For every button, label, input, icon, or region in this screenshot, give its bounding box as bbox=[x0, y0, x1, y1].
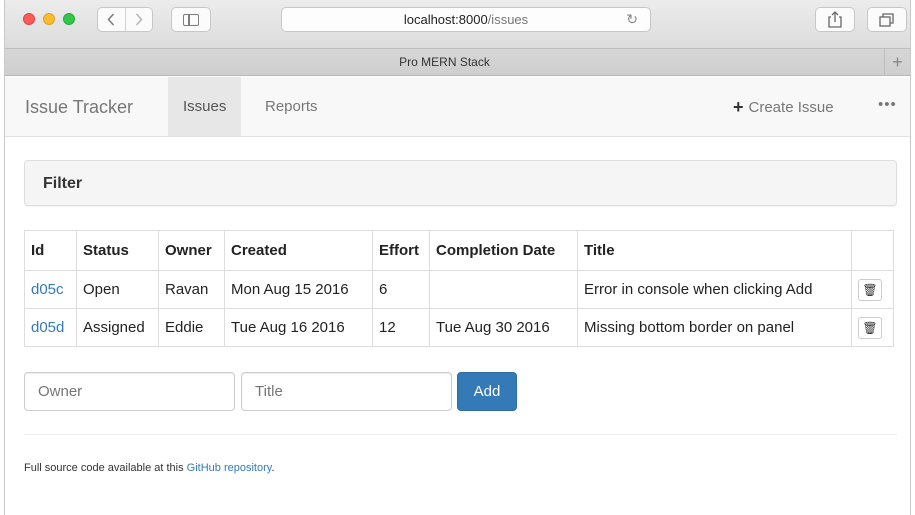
cell-created: Mon Aug 15 2016 bbox=[224, 270, 373, 309]
column-header-title: Title bbox=[577, 230, 852, 271]
nav-link-reports[interactable]: Reports bbox=[250, 77, 333, 136]
cell-status: Open bbox=[76, 270, 159, 309]
column-header-effort: Effort bbox=[372, 230, 430, 271]
zoom-window-button[interactable] bbox=[63, 13, 75, 25]
github-repository-link[interactable]: GitHub repository bbox=[187, 462, 272, 474]
column-header-created: Created bbox=[224, 230, 373, 271]
trash-icon: 🗑 bbox=[862, 320, 878, 335]
table-row: d05c Open Ravan Mon Aug 15 2016 6 Error … bbox=[24, 270, 894, 309]
sidebar-icon bbox=[183, 13, 199, 26]
url-host: localhost:8000 bbox=[403, 12, 488, 27]
cell-completion-date: Tue Aug 30 2016 bbox=[429, 308, 578, 347]
address-bar[interactable]: localhost:8000/issues ↻ bbox=[281, 7, 651, 32]
share-icon bbox=[828, 11, 842, 28]
cell-status: Assigned bbox=[76, 308, 159, 347]
cell-id: d05c bbox=[24, 270, 77, 309]
footer-suffix: . bbox=[271, 462, 275, 474]
page-content: Issue Tracker Issues Reports + Create Is… bbox=[5, 77, 910, 515]
create-issue-button[interactable]: + Create Issue bbox=[733, 97, 834, 118]
cell-id: d05d bbox=[24, 308, 77, 347]
issues-table: Id Status Owner Created Effort Completio… bbox=[24, 230, 894, 347]
browser-window: localhost:8000/issues ↻ Pro MERN Stack +… bbox=[4, 0, 911, 515]
footer: Full source code available at this GitHu… bbox=[24, 462, 275, 474]
cell-effort: 6 bbox=[372, 270, 430, 309]
issue-id-link[interactable]: d05c bbox=[31, 281, 64, 298]
share-button[interactable] bbox=[815, 7, 855, 32]
cell-actions: 🗑 bbox=[851, 308, 894, 347]
forward-button[interactable] bbox=[126, 8, 153, 31]
reload-icon[interactable]: ↻ bbox=[626, 11, 638, 28]
owner-input[interactable] bbox=[24, 372, 235, 411]
footer-text: Full source code available at this bbox=[24, 462, 187, 474]
cell-effort: 12 bbox=[372, 308, 430, 347]
filter-panel-title: Filter bbox=[43, 175, 83, 192]
new-tab-button[interactable]: + bbox=[884, 49, 910, 76]
browser-tab-bar: Pro MERN Stack + bbox=[5, 48, 910, 76]
more-options-icon[interactable]: ••• bbox=[878, 96, 897, 113]
nav-link-issues[interactable]: Issues bbox=[168, 77, 242, 136]
close-window-button[interactable] bbox=[23, 13, 35, 25]
footer-divider bbox=[24, 434, 897, 435]
plus-icon: + bbox=[892, 52, 903, 72]
chevron-left-icon bbox=[107, 13, 115, 26]
cell-completion-date bbox=[429, 270, 578, 309]
title-input[interactable] bbox=[241, 372, 452, 411]
plus-icon: + bbox=[733, 97, 744, 117]
column-header-id: Id bbox=[24, 230, 77, 271]
add-issue-button[interactable]: Add bbox=[457, 372, 517, 411]
table-header-row: Id Status Owner Created Effort Completio… bbox=[24, 230, 894, 271]
sidebar-toggle-button[interactable] bbox=[171, 7, 211, 32]
table-row: d05d Assigned Eddie Tue Aug 16 2016 12 T… bbox=[24, 308, 894, 347]
show-tabs-button[interactable] bbox=[867, 7, 907, 32]
cell-owner: Ravan bbox=[158, 270, 225, 309]
column-header-actions bbox=[851, 230, 894, 271]
column-header-status: Status bbox=[76, 230, 159, 271]
column-header-completion-date: Completion Date bbox=[429, 230, 578, 271]
column-header-owner: Owner bbox=[158, 230, 225, 271]
create-issue-label: Create Issue bbox=[748, 99, 834, 116]
app-brand[interactable]: Issue Tracker bbox=[25, 97, 133, 118]
delete-issue-button[interactable]: 🗑 bbox=[858, 316, 882, 339]
chevron-right-icon bbox=[135, 13, 143, 26]
history-nav bbox=[97, 7, 153, 32]
cell-title: Missing bottom border on panel bbox=[577, 308, 852, 347]
trash-icon: 🗑 bbox=[862, 282, 878, 297]
cell-actions: 🗑 bbox=[851, 270, 894, 309]
filter-panel[interactable]: Filter bbox=[24, 160, 897, 206]
cell-created: Tue Aug 16 2016 bbox=[224, 308, 373, 347]
issue-id-link[interactable]: d05d bbox=[31, 319, 64, 336]
url-path: /issues bbox=[487, 12, 529, 27]
tabs-overview-icon bbox=[879, 12, 894, 27]
cell-title: Error in console when clicking Add bbox=[577, 270, 852, 309]
delete-issue-button[interactable]: 🗑 bbox=[858, 278, 882, 301]
active-tab-title[interactable]: Pro MERN Stack bbox=[5, 55, 884, 69]
back-button[interactable] bbox=[98, 8, 126, 31]
app-navbar: Issue Tracker Issues Reports + Create Is… bbox=[5, 77, 910, 137]
browser-titlebar: localhost:8000/issues ↻ bbox=[5, 0, 910, 48]
minimize-window-button[interactable] bbox=[43, 13, 55, 25]
cell-owner: Eddie bbox=[158, 308, 225, 347]
